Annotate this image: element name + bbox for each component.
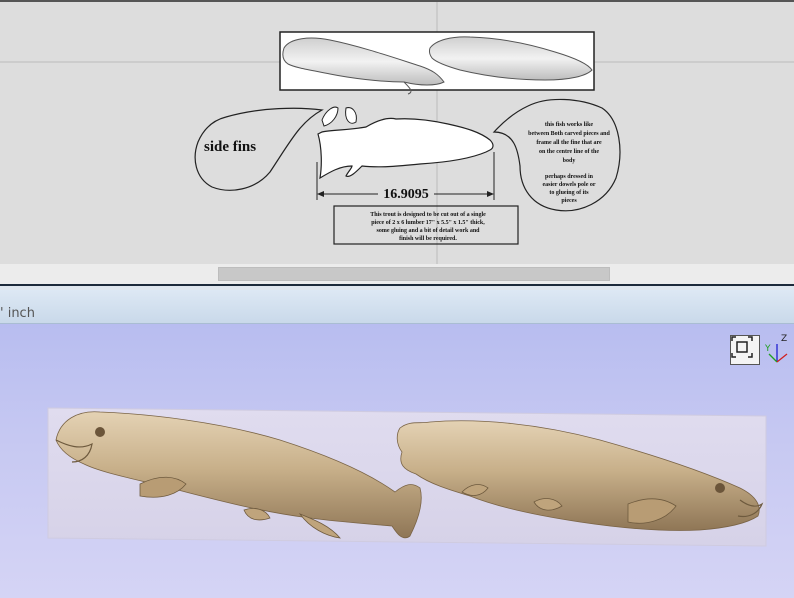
view-3d[interactable]: Z Y X: [0, 324, 794, 598]
axis-label-y: Y: [765, 344, 771, 354]
svg-text:body: body: [563, 158, 576, 164]
svg-text:pieces: pieces: [561, 198, 577, 204]
fish-right-eye: [715, 483, 725, 493]
svg-text:frame all the fine that are: frame all the fine that are: [536, 140, 602, 146]
zoom-fit-button[interactable]: [730, 335, 760, 365]
dimension-arrow-left: [317, 191, 324, 197]
horizontal-scrollbar[interactable]: [0, 264, 794, 284]
fish-left-eye: [95, 427, 105, 437]
side-fin-left: [321, 106, 339, 127]
svg-text:piece of 2 x 6 lumber 17" x 5.: piece of 2 x 6 lumber 17" x 5.5" x 1.5" …: [371, 220, 485, 226]
svg-text:between Both carved pieces and: between Both carved pieces and: [528, 131, 610, 137]
view3d-canvas[interactable]: [0, 324, 794, 598]
side-fins-label: side fins: [204, 139, 256, 155]
fish-outline: [317, 117, 494, 180]
units-label: ' inch: [0, 306, 35, 321]
axis-label-z: Z: [781, 334, 788, 344]
drawing-view-2d[interactable]: side fins 16.9095 this fish works like b…: [0, 0, 794, 264]
svg-text:finish will be required.: finish will be required.: [399, 236, 457, 242]
axis-triad-icon: Z Y X: [765, 334, 793, 368]
svg-text:this fish works like: this fish works like: [545, 122, 594, 128]
note-bottom-text: This trout is designed to be cut out of …: [370, 212, 486, 242]
svg-text:This trout is designed to be c: This trout is designed to be cut out of …: [370, 212, 486, 218]
drawing-canvas[interactable]: side fins 16.9095 this fish works like b…: [0, 2, 794, 264]
scrollbar-thumb[interactable]: [218, 267, 610, 281]
svg-text:easier dowels pole or: easier dowels pole or: [542, 182, 595, 188]
svg-text:on the centre line of the: on the centre line of the: [539, 149, 599, 155]
side-fin-right: [345, 107, 357, 124]
dimension-arrow-right: [487, 191, 494, 197]
view3d-header: ' inch: [0, 290, 794, 324]
dimension-value: 16.9095: [383, 187, 429, 202]
svg-text:to glueing of its: to glueing of its: [549, 190, 589, 196]
zoom-fit-icon: [731, 336, 753, 358]
svg-text:perhaps dressed in: perhaps dressed in: [545, 174, 594, 180]
svg-text:some gluing and a bit of detai: some gluing and a bit of detail work and: [376, 228, 480, 234]
note-right-text: this fish works like between Both carved…: [528, 122, 610, 204]
